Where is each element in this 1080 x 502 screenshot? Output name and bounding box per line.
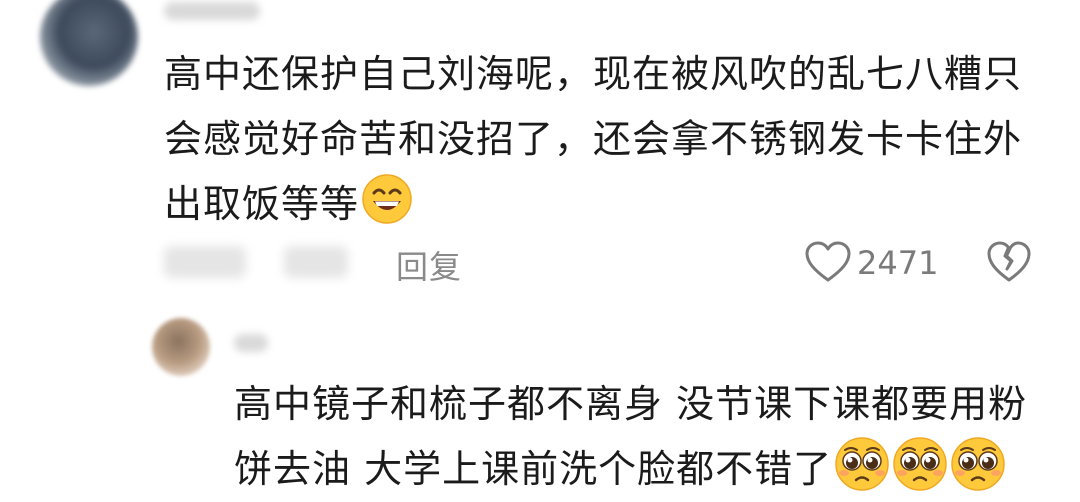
- reply-line-2-text: 饼去油 大学上课前洗个脸都不错了: [234, 447, 833, 491]
- reply-avatar[interactable]: [152, 318, 210, 376]
- pleading-face-emoji: [951, 437, 1005, 491]
- pleading-face-emoji: [835, 437, 889, 491]
- broken-heart-icon[interactable]: [986, 240, 1032, 284]
- grinning-face-emoji: [362, 174, 412, 224]
- like-count: 2471: [857, 244, 939, 282]
- comment-line-1: 高中还保护自己刘海呢，现在被风吹的乱七八糟只: [164, 52, 1023, 96]
- comment-location-blurred: [284, 246, 348, 278]
- comment-line-3: 出取饭等等: [164, 172, 1054, 237]
- commenter-avatar[interactable]: [40, 0, 138, 86]
- comment-date-blurred: [164, 246, 246, 278]
- pleading-face-emoji: [893, 437, 947, 491]
- reply-button[interactable]: 回复: [396, 242, 462, 288]
- reply-text: 高中镜子和梳子都不离身 没节课下课都要用粉 饼去油 大学上课前洗个脸都不错了: [234, 372, 1054, 501]
- commenter-name-blurred[interactable]: [164, 2, 260, 20]
- reply-line-1: 高中镜子和梳子都不离身 没节课下课都要用粉: [234, 382, 1028, 426]
- heart-outline-icon[interactable]: [804, 240, 852, 284]
- reply-line-2: 饼去油 大学上课前洗个脸都不错了: [234, 436, 1054, 501]
- comment-line-2: 会感觉好命苦和没招了，还会拿不锈钢发卡卡住外: [164, 117, 1023, 161]
- comment-line-3-text: 出取饭等等: [164, 182, 360, 226]
- comment-text: 高中还保护自己刘海呢，现在被风吹的乱七八糟只 会感觉好命苦和没招了，还会拿不锈钢…: [164, 42, 1054, 237]
- reply-name-blurred[interactable]: [234, 334, 268, 352]
